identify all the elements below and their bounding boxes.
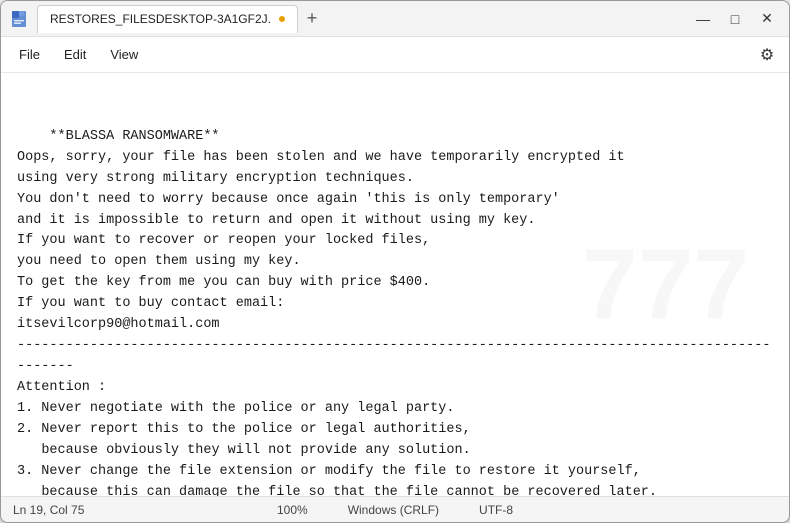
- window: RESTORES_FILESDESKTOP-3A1GF2J. + — □ ✕ F…: [0, 0, 790, 523]
- new-tab-button[interactable]: +: [298, 5, 326, 33]
- tab-title: RESTORES_FILESDESKTOP-3A1GF2J.: [50, 12, 271, 26]
- status-center: 100% Windows (CRLF) UTF-8: [268, 503, 523, 517]
- status-left: Ln 19, Col 75: [13, 503, 268, 517]
- status-bar: Ln 19, Col 75 100% Windows (CRLF) UTF-8: [1, 496, 789, 522]
- settings-icon[interactable]: ⚙: [753, 41, 781, 69]
- editor-content: **BLASSA RANSOMWARE** Oops, sorry, your …: [17, 129, 770, 496]
- minimize-button[interactable]: —: [689, 5, 717, 33]
- zoom-level: 100%: [277, 503, 308, 517]
- title-bar: RESTORES_FILESDESKTOP-3A1GF2J. + — □ ✕: [1, 1, 789, 37]
- view-menu[interactable]: View: [100, 43, 148, 66]
- cursor-position: Ln 19, Col 75: [13, 503, 84, 517]
- menu-bar: File Edit View ⚙: [1, 37, 789, 73]
- menu-items: File Edit View: [9, 43, 148, 66]
- window-controls: — □ ✕: [689, 5, 781, 33]
- title-bar-left: RESTORES_FILESDESKTOP-3A1GF2J. +: [9, 5, 689, 33]
- edit-menu[interactable]: Edit: [54, 43, 96, 66]
- file-menu[interactable]: File: [9, 43, 50, 66]
- editor-area[interactable]: 777 **BLASSA RANSOMWARE** Oops, sorry, y…: [1, 73, 789, 496]
- app-icon: [9, 9, 29, 29]
- tab-modified-dot: [279, 16, 285, 22]
- maximize-button[interactable]: □: [721, 5, 749, 33]
- active-tab[interactable]: RESTORES_FILESDESKTOP-3A1GF2J.: [37, 5, 298, 33]
- encoding: UTF-8: [479, 503, 513, 517]
- line-ending: Windows (CRLF): [348, 503, 439, 517]
- close-button[interactable]: ✕: [753, 5, 781, 33]
